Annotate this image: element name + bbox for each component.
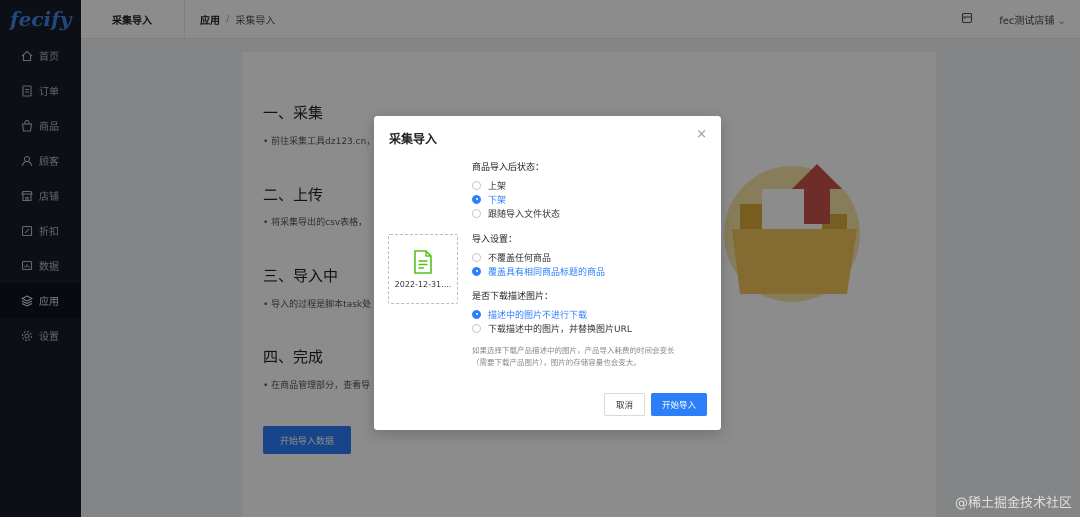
radio-no-image-download[interactable]: 描述中的图片不进行下载 — [472, 307, 632, 321]
radio-no-overwrite[interactable]: 不覆盖任何商品 — [472, 250, 605, 264]
modal-title: 采集导入 — [389, 132, 438, 146]
import-settings-label: 导入设置： — [472, 235, 518, 245]
status-section: 商品导入后状态： 上架 下架 跟随导入文件状态 — [472, 160, 560, 220]
file-icon — [414, 249, 432, 274]
radio-status-off-shelf[interactable]: 下架 — [472, 192, 560, 206]
radio-circle — [472, 309, 481, 319]
radio-circle — [472, 208, 481, 218]
radio-circle — [472, 180, 481, 190]
radio-status-follow-file[interactable]: 跟随导入文件状态 — [472, 206, 560, 220]
radio-download-replace-url[interactable]: 下载描述中的图片，并替换图片URL — [472, 321, 632, 335]
start-import-button[interactable]: 开始导入 — [651, 393, 707, 416]
radio-overwrite-same-title[interactable]: 覆盖具有相同商品标题的商品 — [472, 264, 605, 278]
import-modal: 采集导入 × 2022-12-31.... 商品导入后状态： 上架 下架 跟随导… — [374, 116, 721, 430]
uploaded-file-card[interactable]: 2022-12-31.... — [388, 234, 458, 304]
image-download-label: 是否下载描述图片： — [472, 292, 554, 302]
status-label: 商品导入后状态： — [472, 163, 545, 173]
download-note: 如果选择下载产品描述中的图片，产品导入耗费的时间会变长 （需要下载产品图片），图… — [472, 346, 675, 367]
import-settings-section: 导入设置： 不覆盖任何商品 覆盖具有相同商品标题的商品 — [472, 232, 605, 278]
radio-status-on-shelf[interactable]: 上架 — [472, 178, 560, 192]
close-icon[interactable]: × — [696, 127, 707, 142]
file-name: 2022-12-31.... — [394, 279, 452, 289]
radio-circle — [472, 194, 481, 204]
watermark: @稀土掘金技术社区 — [954, 496, 1072, 511]
radio-circle — [472, 252, 481, 262]
image-download-section: 是否下载描述图片： 描述中的图片不进行下载 下载描述中的图片，并替换图片URL — [472, 289, 632, 335]
radio-circle — [472, 266, 481, 276]
cancel-button[interactable]: 取消 — [604, 393, 645, 416]
radio-circle — [472, 323, 481, 333]
